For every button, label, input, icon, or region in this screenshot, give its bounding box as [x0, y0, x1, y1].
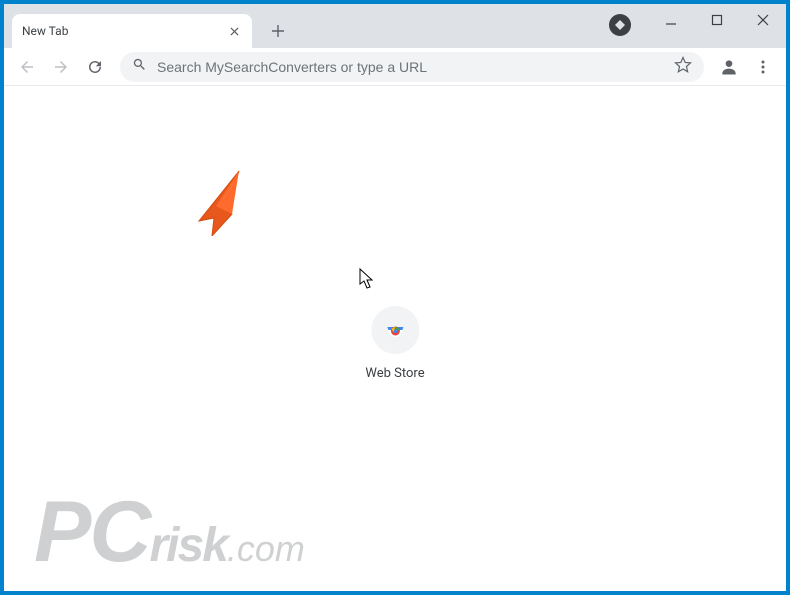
- forward-button[interactable]: [46, 52, 76, 82]
- omnibox-input[interactable]: [157, 59, 664, 75]
- page-content: Web Store P C risk .com: [4, 86, 786, 591]
- back-arrow-icon: [18, 58, 36, 76]
- chrome-webstore-icon: [371, 306, 419, 354]
- new-tab-button[interactable]: [264, 17, 292, 45]
- tab-title: New Tab: [22, 24, 226, 38]
- window-close-icon: [757, 14, 769, 26]
- profile-icon: [719, 57, 739, 77]
- tab-new-tab[interactable]: New Tab: [12, 14, 252, 48]
- reload-icon: [86, 58, 104, 76]
- back-button[interactable]: [12, 52, 42, 82]
- close-icon[interactable]: [226, 23, 242, 39]
- window-controls: [648, 4, 786, 36]
- window-close-button[interactable]: [740, 4, 786, 36]
- maximize-icon: [711, 14, 723, 26]
- mouse-cursor-icon: [359, 268, 375, 290]
- titlebar: New Tab: [4, 4, 786, 48]
- watermark-c: C: [89, 498, 149, 567]
- menu-button[interactable]: [748, 52, 778, 82]
- shortcut-label: Web Store: [365, 366, 424, 381]
- omnibox[interactable]: [120, 52, 704, 82]
- search-icon: [132, 57, 147, 76]
- kebab-menu-icon: [755, 59, 771, 75]
- watermark-p: P: [34, 498, 89, 567]
- minimize-button[interactable]: [648, 4, 694, 36]
- bookmark-button[interactable]: [674, 56, 692, 78]
- watermark-risk: risk: [149, 518, 226, 573]
- toolbar: [4, 48, 786, 86]
- forward-arrow-icon: [52, 58, 70, 76]
- shortcut-web-store[interactable]: Web Store: [365, 306, 424, 381]
- profile-button[interactable]: [714, 52, 744, 82]
- bookmark-star-icon: [674, 56, 692, 74]
- annotation-arrow-icon: [194, 166, 254, 236]
- watermark: P C risk .com: [34, 498, 305, 573]
- minimize-icon: [665, 14, 677, 26]
- watermark-dom: .com: [227, 528, 305, 570]
- extension-badge-icon[interactable]: [609, 14, 631, 36]
- browser-window: New Tab: [4, 4, 786, 591]
- maximize-button[interactable]: [694, 4, 740, 36]
- reload-button[interactable]: [80, 52, 110, 82]
